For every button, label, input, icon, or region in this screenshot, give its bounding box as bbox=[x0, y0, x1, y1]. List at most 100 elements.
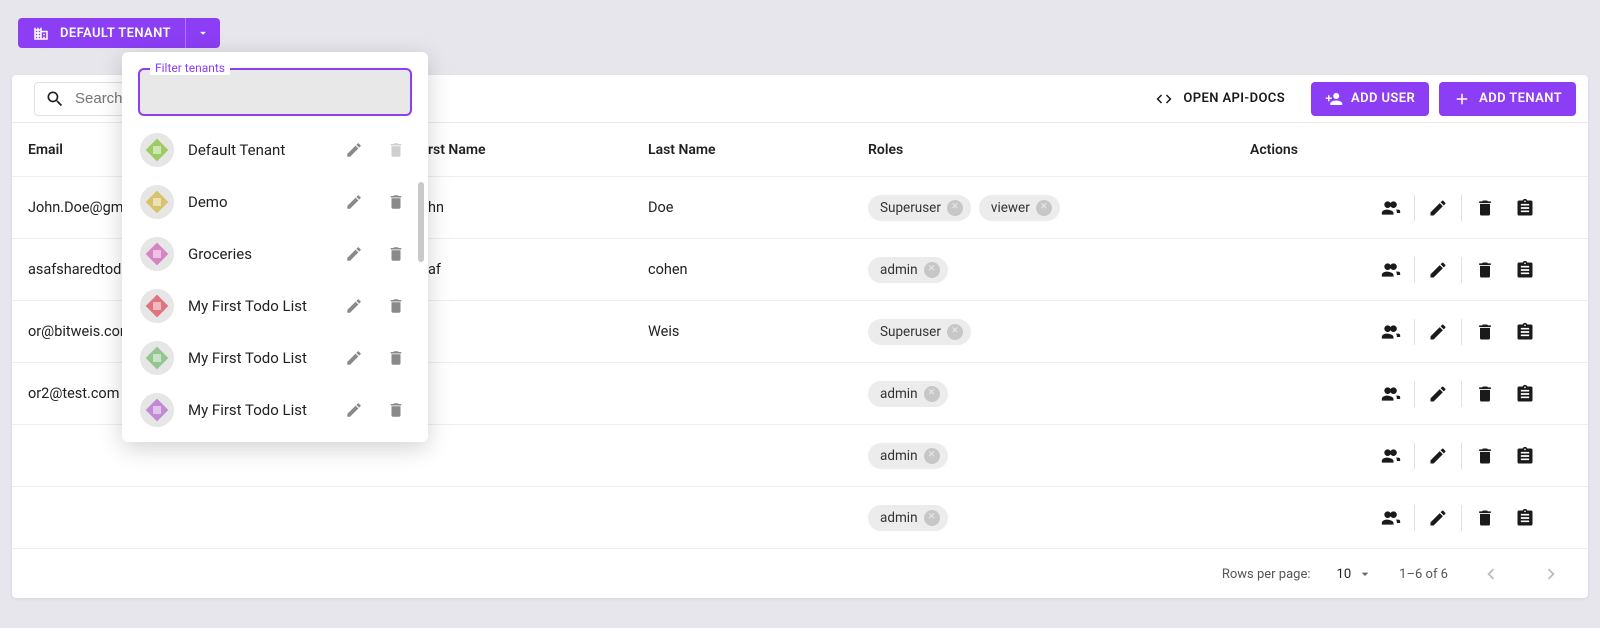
tenant-list-item[interactable]: Demo bbox=[132, 176, 418, 228]
delete-row-button[interactable] bbox=[1468, 377, 1502, 411]
delete-tenant-button[interactable] bbox=[382, 396, 410, 424]
delete-tenant-button[interactable] bbox=[382, 292, 410, 320]
assign-user-button[interactable] bbox=[1374, 253, 1408, 287]
remove-role-icon[interactable] bbox=[924, 386, 940, 402]
tenant-list-item[interactable]: Groceries bbox=[132, 228, 418, 280]
delete-row-button[interactable] bbox=[1468, 315, 1502, 349]
action-separator bbox=[1414, 381, 1415, 407]
person-add-icon bbox=[1381, 384, 1401, 404]
edit-tenant-button[interactable] bbox=[340, 292, 368, 320]
copy-row-button[interactable] bbox=[1508, 377, 1542, 411]
edit-icon bbox=[1428, 508, 1448, 528]
delete-tenant-button[interactable] bbox=[382, 344, 410, 372]
table-footer: Rows per page: 10 1–6 of 6 bbox=[12, 550, 1588, 598]
remove-role-icon[interactable] bbox=[924, 262, 940, 278]
remove-role-icon[interactable] bbox=[947, 324, 963, 340]
tenant-list-item[interactable]: Default Tenant bbox=[132, 124, 418, 176]
edit-tenant-button[interactable] bbox=[340, 188, 368, 216]
edit-tenant-button[interactable] bbox=[340, 240, 368, 268]
role-chip: Superuser bbox=[868, 319, 971, 345]
tenant-selector-caret[interactable] bbox=[185, 18, 220, 48]
copy-row-button[interactable] bbox=[1508, 191, 1542, 225]
edit-row-button[interactable] bbox=[1421, 253, 1455, 287]
person-add-icon bbox=[1381, 322, 1401, 342]
edit-icon bbox=[345, 193, 363, 211]
clipboard-icon bbox=[1515, 384, 1535, 404]
add-user-label: ADD USER bbox=[1351, 91, 1415, 106]
role-chip: admin bbox=[868, 381, 948, 407]
rows-per-page-select[interactable]: 10 bbox=[1337, 566, 1374, 582]
trash-icon bbox=[387, 401, 405, 419]
person-add-icon bbox=[1381, 446, 1401, 466]
add-tenant-button[interactable]: ADD TENANT bbox=[1439, 82, 1576, 116]
tenant-list-item[interactable]: My First Todo List bbox=[132, 280, 418, 332]
tenant-list-item[interactable]: My First Todo List bbox=[132, 332, 418, 384]
code-icon bbox=[1155, 90, 1173, 108]
assign-user-button[interactable] bbox=[1374, 501, 1408, 535]
edit-tenant-button[interactable] bbox=[340, 396, 368, 424]
remove-role-icon[interactable] bbox=[947, 200, 963, 216]
edit-row-button[interactable] bbox=[1421, 377, 1455, 411]
edit-icon bbox=[1428, 446, 1448, 466]
add-tenant-label: ADD TENANT bbox=[1479, 91, 1562, 106]
caret-down-icon bbox=[1357, 566, 1373, 582]
edit-icon bbox=[345, 349, 363, 367]
remove-role-icon[interactable] bbox=[1036, 200, 1052, 216]
delete-row-button[interactable] bbox=[1468, 253, 1502, 287]
cell-first-name: hn bbox=[428, 199, 648, 216]
delete-tenant-button bbox=[382, 136, 410, 164]
assign-user-button[interactable] bbox=[1374, 377, 1408, 411]
delete-row-button[interactable] bbox=[1468, 191, 1502, 225]
filter-tenants-input[interactable] bbox=[140, 70, 410, 114]
edit-tenant-button[interactable] bbox=[340, 344, 368, 372]
copy-row-button[interactable] bbox=[1508, 253, 1542, 287]
delete-row-button[interactable] bbox=[1468, 501, 1502, 535]
edit-row-button[interactable] bbox=[1421, 315, 1455, 349]
rows-per-page-label: Rows per page: bbox=[1222, 567, 1311, 582]
role-chip-label: admin bbox=[880, 386, 918, 402]
person-add-icon bbox=[1381, 260, 1401, 280]
copy-row-button[interactable] bbox=[1508, 439, 1542, 473]
edit-tenant-button[interactable] bbox=[340, 136, 368, 164]
delete-row-button[interactable] bbox=[1468, 439, 1502, 473]
trash-icon bbox=[387, 297, 405, 315]
tenant-list-item[interactable]: My First Todo List bbox=[132, 384, 418, 436]
delete-tenant-button[interactable] bbox=[382, 188, 410, 216]
add-user-button[interactable]: ADD USER bbox=[1311, 82, 1429, 116]
edit-icon bbox=[1428, 198, 1448, 218]
tenant-item-label: Demo bbox=[188, 193, 326, 211]
tenant-item-label: My First Todo List bbox=[188, 401, 326, 419]
edit-row-button[interactable] bbox=[1421, 501, 1455, 535]
person-add-icon bbox=[1381, 508, 1401, 528]
prev-page-button[interactable] bbox=[1474, 557, 1508, 591]
popover-scrollbar[interactable] bbox=[418, 182, 424, 262]
edit-row-button[interactable] bbox=[1421, 191, 1455, 225]
role-chip: viewer bbox=[979, 195, 1060, 221]
tenant-avatar bbox=[140, 289, 174, 323]
filter-tenants-field[interactable]: Filter tenants bbox=[138, 68, 412, 116]
edit-icon bbox=[345, 245, 363, 263]
remove-role-icon[interactable] bbox=[924, 510, 940, 526]
edit-icon bbox=[345, 297, 363, 315]
open-api-docs-button[interactable]: OPEN API-DOCS bbox=[1139, 90, 1301, 108]
action-separator bbox=[1461, 443, 1462, 469]
cell-last-name: Doe bbox=[648, 199, 868, 216]
remove-role-icon[interactable] bbox=[924, 448, 940, 464]
edit-row-button[interactable] bbox=[1421, 439, 1455, 473]
assign-user-button[interactable] bbox=[1374, 191, 1408, 225]
edit-icon bbox=[1428, 384, 1448, 404]
assign-user-button[interactable] bbox=[1374, 439, 1408, 473]
copy-row-button[interactable] bbox=[1508, 501, 1542, 535]
tenant-avatar bbox=[140, 133, 174, 167]
tenant-selector-button[interactable]: DEFAULT TENANT bbox=[18, 18, 185, 48]
copy-row-button[interactable] bbox=[1508, 315, 1542, 349]
delete-tenant-button[interactable] bbox=[382, 240, 410, 268]
col-first-name: rst Name bbox=[428, 142, 648, 158]
tenant-selector-label: DEFAULT TENANT bbox=[60, 26, 171, 41]
action-separator bbox=[1461, 319, 1462, 345]
next-page-button[interactable] bbox=[1534, 557, 1568, 591]
trash-icon bbox=[1475, 508, 1495, 528]
tenant-item-label: My First Todo List bbox=[188, 297, 326, 315]
assign-user-button[interactable] bbox=[1374, 315, 1408, 349]
role-chip: Superuser bbox=[868, 195, 971, 221]
